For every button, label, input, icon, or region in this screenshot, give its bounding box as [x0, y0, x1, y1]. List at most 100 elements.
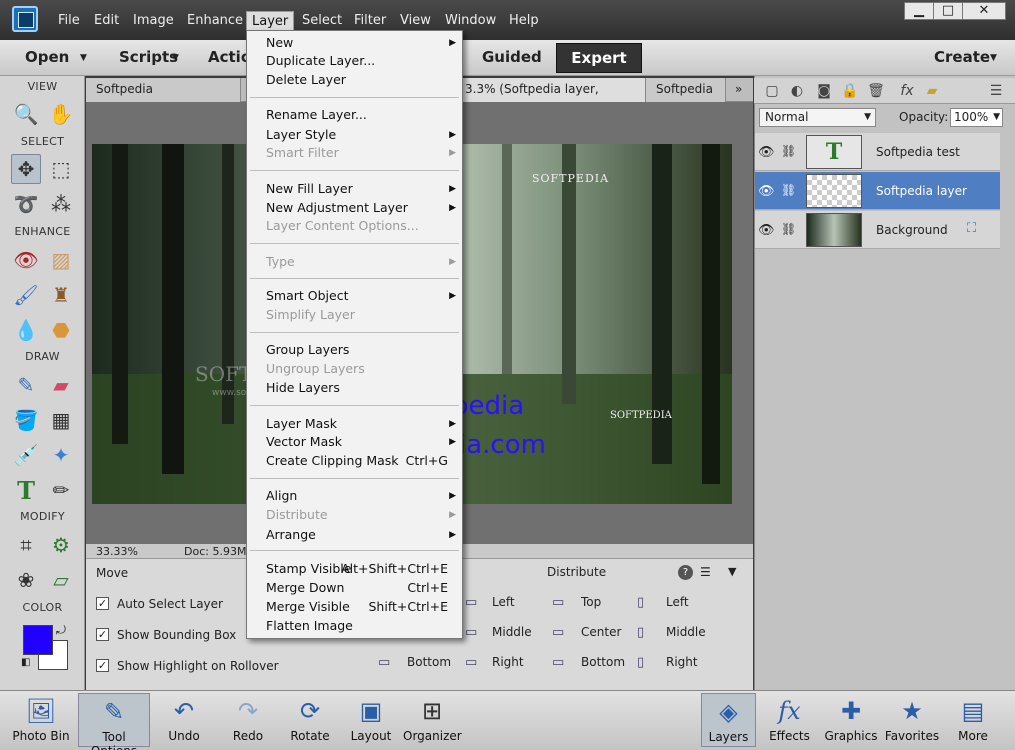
distribute-center-icon[interactable]: ▭	[552, 625, 564, 640]
rotate-button[interactable]: ⟳ Rotate	[284, 693, 336, 743]
organizer-button[interactable]: ⊞ Organizer	[403, 693, 462, 743]
highlight-checkbox[interactable]: ✓	[96, 659, 109, 672]
opacity-input[interactable]: 100% ▼	[950, 108, 1003, 127]
bounding-box-checkbox[interactable]: ✓	[96, 628, 109, 641]
swap-colors-icon[interactable]: ⤾	[56, 623, 66, 638]
layer-menu-item[interactable]: Layer Style ▶	[266, 126, 456, 144]
link-icon[interactable]: ⛓	[781, 183, 796, 197]
guided-mode-button[interactable]: Guided	[482, 48, 542, 66]
custom-shape-icon[interactable]: ✦	[46, 440, 76, 470]
layer-name[interactable]: Softpedia layer	[876, 184, 967, 198]
hand-tool-icon[interactable]: ✋	[46, 99, 76, 129]
distribute-right-button[interactable]: Right	[666, 655, 698, 669]
layer-menu-item[interactable]: Smart Object ▶	[266, 287, 456, 305]
default-colors-icon[interactable]: ◧	[21, 657, 30, 668]
foreground-color-swatch[interactable]	[23, 625, 53, 655]
distribute-middle-button[interactable]: Middle	[666, 625, 706, 639]
panel-menu-icon[interactable]: ☰	[987, 82, 1005, 100]
align-right-button[interactable]: Right	[492, 655, 524, 669]
layer-menu-item[interactable]: Merge Down Ctrl+E	[266, 579, 448, 597]
distribute-right-icon[interactable]: ▯	[637, 655, 644, 670]
tab-composite[interactable]: Softpedia composite.tif ×	[86, 78, 241, 119]
red-eye-tool-icon[interactable]: 👁	[11, 245, 41, 275]
crop-tool-icon[interactable]: ⌗	[11, 530, 41, 560]
layer-menu-item[interactable]: Merge Visible Shift+Ctrl+E	[266, 598, 448, 616]
layer-menu-item[interactable]: Hide Layers	[266, 379, 446, 397]
expert-mode-button[interactable]: Expert	[556, 43, 642, 73]
collapse-chevron-icon[interactable]: ▼	[728, 565, 736, 578]
align-bottom-button[interactable]: Bottom	[407, 655, 451, 669]
folder-icon[interactable]: ▰	[923, 82, 941, 100]
layer-menu-item[interactable]: Layer Mask ▶	[266, 415, 456, 433]
layer-menu-item[interactable]: Rename Layer...	[266, 106, 446, 124]
favorites-button[interactable]: ★ Favorites	[884, 693, 940, 743]
smart-brush-icon[interactable]: 🖌	[11, 280, 41, 310]
new-layer-icon[interactable]: ▢	[763, 82, 781, 100]
blend-mode-select[interactable]: Normal ▼	[759, 108, 876, 127]
layer-name[interactable]: Softpedia test	[876, 145, 960, 159]
healing-brush-icon[interactable]: ▨	[46, 245, 76, 275]
move-tool-icon[interactable]: ✥	[11, 154, 41, 184]
scripts-button[interactable]: Scripts	[119, 48, 178, 66]
magic-wand-icon[interactable]: ⁂	[46, 189, 76, 219]
visibility-eye-icon[interactable]: 👁	[758, 223, 775, 238]
align-middle-icon[interactable]: ▭	[465, 625, 477, 640]
recompose-tool-icon[interactable]: ⚙	[46, 530, 76, 560]
more-button[interactable]: ▤ More	[946, 693, 1000, 743]
maximize-button[interactable]: □	[933, 2, 963, 20]
type-tool-icon[interactable]: T	[11, 475, 41, 505]
distribute-center-button[interactable]: Center	[581, 625, 621, 639]
more-tabs-icon[interactable]: »	[735, 82, 742, 96]
distribute-bottom-icon[interactable]: ▭	[552, 655, 564, 670]
layer-menu-item[interactable]: New Adjustment Layer ▶	[266, 199, 456, 217]
chevron-down-icon[interactable]: ▼	[172, 53, 179, 63]
layer-menu-item[interactable]: Create Clipping Mask Ctrl+G	[266, 452, 448, 470]
layer-mask-icon[interactable]: ◙	[815, 82, 833, 100]
sponge-tool-icon[interactable]: ⬣	[46, 315, 76, 345]
link-icon[interactable]: ⛓	[781, 144, 796, 158]
eraser-tool-icon[interactable]: ▰	[46, 370, 76, 400]
menu-filter[interactable]: Filter	[349, 11, 391, 30]
menu-select[interactable]: Select	[297, 11, 347, 30]
visibility-eye-icon[interactable]: 👁	[758, 145, 775, 160]
distribute-top-button[interactable]: Top	[581, 595, 601, 609]
marquee-tool-icon[interactable]: ⬚	[46, 154, 76, 184]
paint-bucket-icon[interactable]: 🪣	[11, 405, 41, 435]
delete-layer-icon[interactable]: 🗑	[867, 82, 885, 100]
redo-button[interactable]: ↷ Redo	[222, 693, 274, 743]
adjustment-layer-icon[interactable]: ◐	[788, 82, 806, 100]
minimize-button[interactable]: ▁	[904, 2, 934, 20]
distribute-left-button[interactable]: Left	[666, 595, 689, 609]
layer-menu-item[interactable]: Group Layers	[266, 341, 446, 359]
graphics-button[interactable]: ✚ Graphics	[823, 693, 879, 743]
auto-select-checkbox[interactable]: ✓	[96, 597, 109, 610]
align-bottom-icon[interactable]: ▭	[378, 655, 390, 670]
lock-icon[interactable]: 🔒	[841, 82, 859, 100]
layer-name[interactable]: Background	[876, 223, 948, 237]
menu-file[interactable]: File	[53, 11, 85, 30]
gradient-tool-icon[interactable]: ▦	[46, 405, 76, 435]
align-left-icon[interactable]: ▭	[465, 595, 477, 610]
layer-menu-item[interactable]: Align ▶	[266, 487, 456, 505]
distribute-top-icon[interactable]: ▭	[552, 595, 564, 610]
layer-menu-item[interactable]: New ▶	[266, 34, 456, 52]
content-aware-move-icon[interactable]: ❀	[11, 565, 41, 595]
chevron-down-icon[interactable]: ▼	[990, 53, 997, 63]
help-icon[interactable]: ?	[678, 565, 693, 580]
lasso-tool-icon[interactable]: ➰	[11, 189, 41, 219]
zoom-tool-icon[interactable]: 🔍	[11, 99, 41, 129]
menu-enhance[interactable]: Enhance	[182, 11, 248, 30]
tool-options-button[interactable]: ✎Tool Options	[78, 693, 150, 750]
clone-stamp-icon[interactable]: ♜	[46, 280, 76, 310]
actions-button[interactable]: Actio	[208, 48, 251, 66]
distribute-left-icon[interactable]: ▯	[637, 595, 644, 610]
menu-view[interactable]: View	[395, 11, 436, 30]
fx-icon[interactable]: fx	[898, 82, 916, 100]
zoom-level[interactable]: 33.33%	[96, 545, 138, 558]
tab-softpedia-layer[interactable]: 3.3% (Softpedia layer, RGB/8) *	[463, 78, 646, 119]
layer-menu-item[interactable]: Stamp Visible Alt+Shift+Ctrl+E	[266, 560, 448, 578]
effects-button[interactable]: fx Effects	[762, 693, 817, 743]
brush-tool-icon[interactable]: ✎	[11, 370, 41, 400]
link-icon[interactable]: ⛓	[781, 222, 796, 236]
pencil-tool-icon[interactable]: ✏	[46, 475, 76, 505]
